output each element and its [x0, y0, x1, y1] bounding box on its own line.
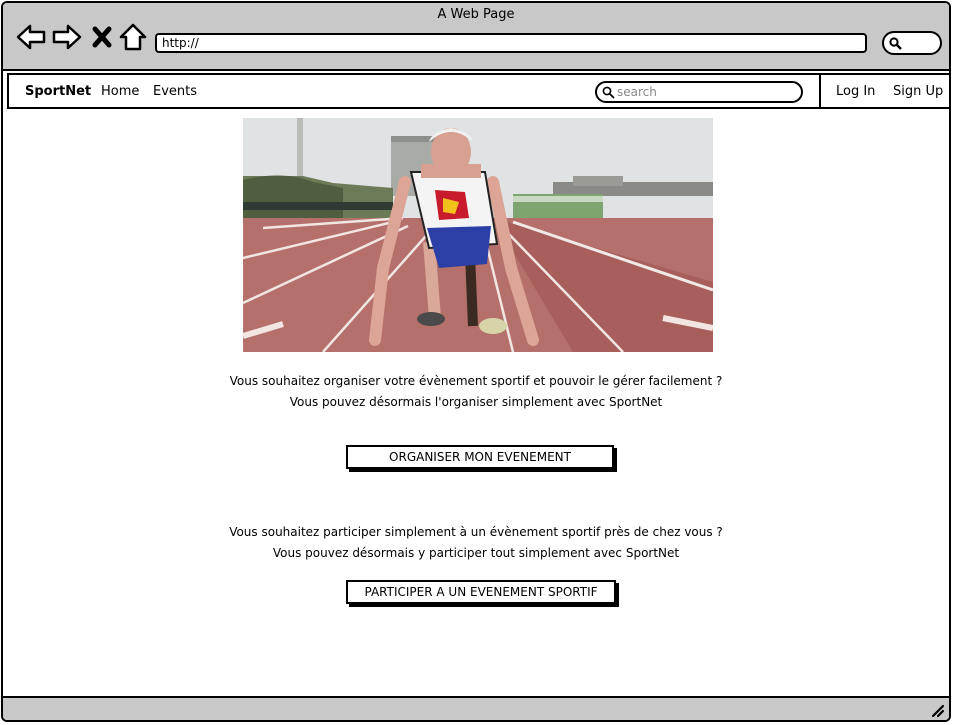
browser-statusbar	[3, 696, 949, 720]
browser-window: A Web Page http:// SportNet Home Events …	[1, 1, 951, 722]
nav-link-home[interactable]: Home	[101, 84, 139, 99]
navbar-divider	[819, 75, 821, 107]
signup-link[interactable]: Sign Up	[893, 84, 943, 99]
browser-titlebar: A Web Page http://	[3, 3, 949, 71]
organize-event-button[interactable]: ORGANISER MON EVENEMENT	[346, 445, 614, 469]
search-icon	[602, 86, 615, 99]
brand-logo[interactable]: SportNet	[25, 84, 91, 99]
resize-grip-icon[interactable]	[929, 702, 945, 718]
browser-search-box[interactable]	[882, 31, 942, 55]
search-input[interactable]	[617, 84, 795, 100]
nav-link-events[interactable]: Events	[153, 84, 197, 99]
search-icon	[889, 37, 902, 50]
home-icon[interactable]	[117, 21, 149, 53]
login-link[interactable]: Log In	[836, 84, 875, 99]
site-navbar: SportNet Home Events Log In Sign Up	[7, 73, 949, 109]
site-search-box	[595, 81, 803, 103]
close-x-icon[interactable]	[89, 21, 115, 53]
hero-image	[243, 118, 713, 352]
organize-question-text: Vous souhaitez organiser votre évènement…	[229, 374, 723, 388]
url-bar[interactable]: http://	[155, 33, 867, 53]
participate-event-button[interactable]: PARTICIPER A UN EVENEMENT SPORTIF	[346, 580, 616, 604]
participate-subtext: Vous pouvez désormais y participer tout …	[272, 546, 680, 560]
window-title: A Web Page	[437, 7, 515, 22]
participate-question-text: Vous souhaitez participer simplement à u…	[229, 525, 723, 539]
back-arrow-icon[interactable]	[15, 21, 47, 53]
organize-subtext: Vous pouvez désormais l'organiser simple…	[289, 395, 663, 409]
forward-arrow-icon[interactable]	[51, 21, 83, 53]
